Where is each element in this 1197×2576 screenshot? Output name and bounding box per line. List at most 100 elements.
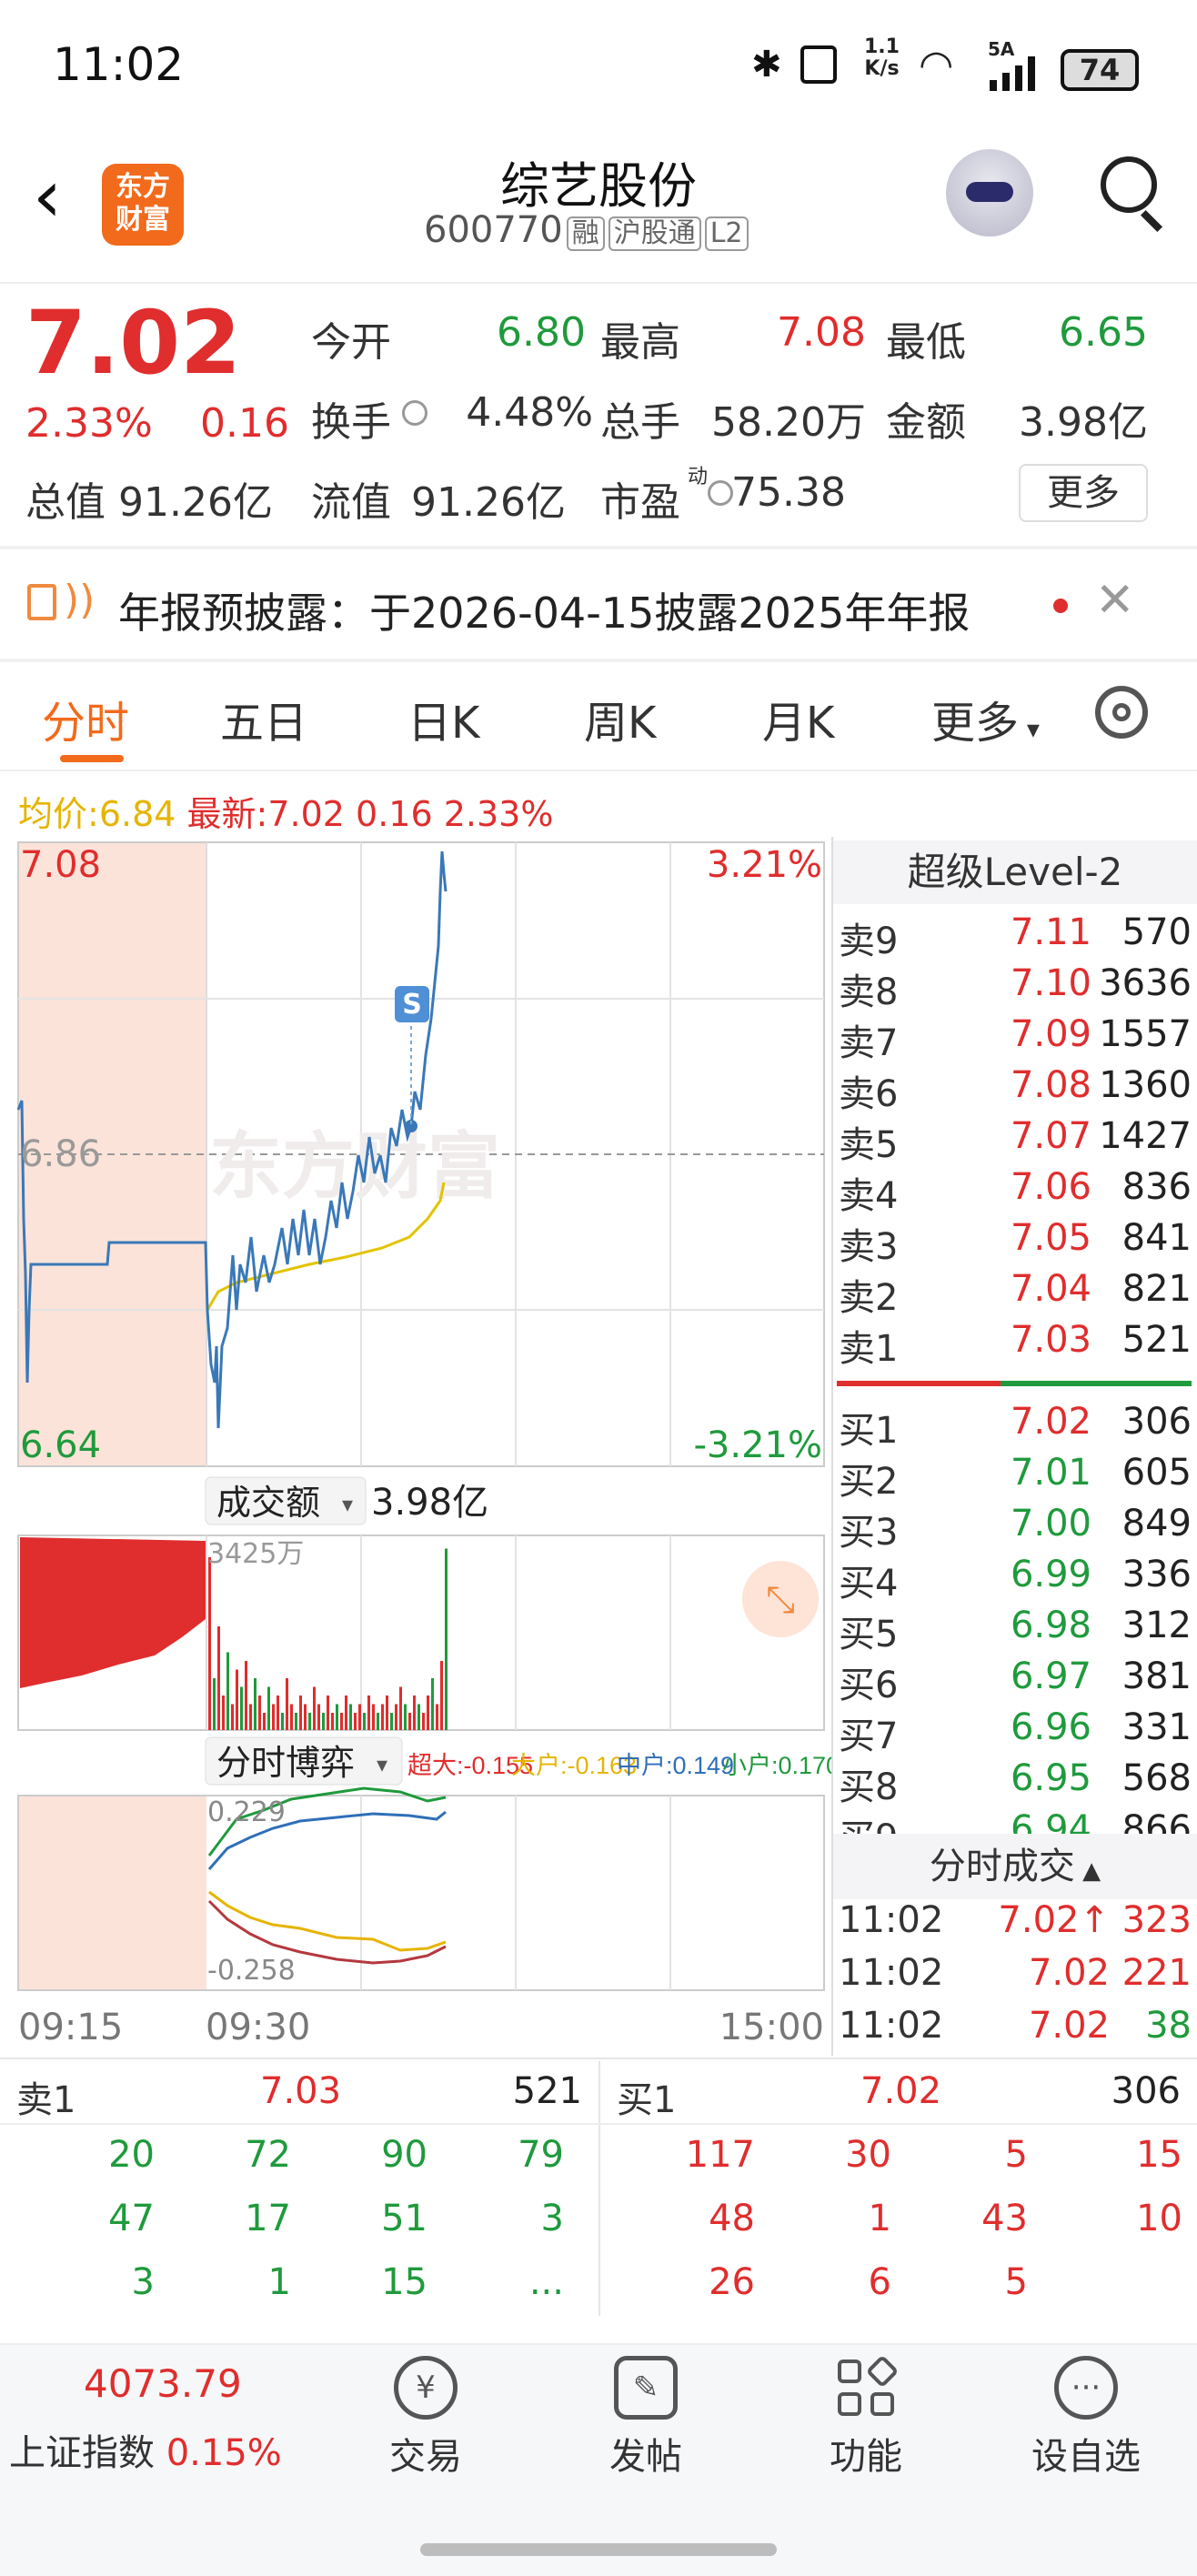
bid-row[interactable]: 买5 6.98 312: [837, 1605, 1192, 1655]
bid-row[interactable]: 买7 6.96 331: [837, 1706, 1192, 1757]
index-label[interactable]: 上证指数 0.15%: [9, 2423, 282, 2476]
search-icon[interactable]: [1101, 156, 1157, 213]
bid-row[interactable]: 买2 7.01 605: [837, 1452, 1192, 1503]
volume-bars: [208, 1548, 448, 1730]
ask-row[interactable]: 卖7 7.09 1557: [837, 1013, 1192, 1064]
volume-value: 58.20万: [711, 399, 866, 446]
level-volume: 521: [1122, 1319, 1192, 1361]
buy-queue-cell: 10: [1136, 2198, 1182, 2239]
time-label-open: 09:30: [206, 2007, 310, 2048]
pre-market-volume: [20, 1537, 206, 1730]
ask-row[interactable]: 卖4 7.06 836: [837, 1166, 1192, 1217]
chevron-down-icon: ▾: [377, 1752, 387, 1777]
queue-buy-volume: 306: [1111, 2070, 1181, 2112]
level-volume: 1427: [1099, 1115, 1192, 1157]
buy-queue-cell: 117: [685, 2134, 755, 2176]
more-button[interactable]: 更多: [1019, 464, 1148, 522]
grid-icon: [834, 2354, 900, 2420]
bid-row[interactable]: 买1 7.02 306: [837, 1401, 1192, 1452]
buy-queue-cell: 1: [868, 2198, 891, 2239]
tab-intraday[interactable]: 分时: [42, 687, 129, 750]
nav-functions[interactable]: 功能: [775, 2354, 957, 2480]
tab-indicator: [60, 755, 124, 762]
more-dots-icon: ···: [1054, 2356, 1118, 2420]
sell-queue-cell: 90: [381, 2134, 428, 2176]
level-label: 买7: [839, 1716, 899, 1757]
notice-text: 年报预披露：于2026-04-15披露2025年年报: [118, 589, 971, 638]
level2-title[interactable]: 超级Level-2: [833, 840, 1197, 904]
chip-connect: 沪股通: [608, 216, 701, 251]
tab-weekly-k[interactable]: 周K: [584, 687, 656, 750]
sell-queue-cell: 79: [518, 2134, 564, 2176]
change-amount: 0.16: [200, 400, 289, 447]
info-icon[interactable]: [708, 480, 733, 506]
bid-row[interactable]: 买4 6.99 336: [837, 1554, 1192, 1605]
level-label: 买6: [839, 1665, 899, 1706]
ask-row[interactable]: 卖2 7.04 821: [837, 1268, 1192, 1319]
vibrate-icon: [800, 45, 837, 84]
tab-more[interactable]: 更多 ▾: [931, 687, 1040, 750]
sell-queue-cell: 15: [381, 2261, 428, 2303]
bid-row[interactable]: 买6 6.97 381: [837, 1655, 1192, 1706]
level-volume: 306: [1122, 1401, 1192, 1443]
queue-sell-volume: 521: [512, 2070, 582, 2112]
nav-trade[interactable]: ¥ 交易: [335, 2356, 517, 2480]
level-volume: 381: [1122, 1655, 1192, 1697]
ask-row[interactable]: 卖5 7.07 1427: [837, 1115, 1192, 1166]
level-price: 7.04: [1010, 1268, 1091, 1310]
index-value[interactable]: 4073.79: [84, 2361, 242, 2406]
chip-l2: L2: [704, 216, 749, 251]
high-value: 7.08: [777, 309, 866, 356]
tab-daily-k[interactable]: 日K: [407, 687, 479, 750]
robot-assistant-icon[interactable]: [946, 149, 1033, 236]
level-price: 6.95: [1010, 1757, 1091, 1799]
intraday-chart[interactable]: 东方财富 S 7.08 6.86 6.64 3.21% -3.21% 成交额 ▾…: [0, 837, 833, 2056]
last-price: 7.02: [25, 292, 241, 394]
ask-row[interactable]: 卖8 7.10 3636: [837, 962, 1192, 1013]
ask-row[interactable]: 卖6 7.08 1360: [837, 1064, 1192, 1115]
nav-post[interactable]: ✎ 发帖: [555, 2356, 737, 2480]
amount-label: 金额: [886, 399, 966, 446]
speaker-icon: [27, 584, 56, 620]
level-volume: 849: [1122, 1503, 1192, 1545]
low-value: 6.65: [1059, 309, 1148, 356]
y-high-label: 7.08: [20, 844, 101, 886]
ask-row[interactable]: 卖1 7.03 521: [837, 1319, 1192, 1370]
level-price: 7.11: [1010, 911, 1091, 953]
level-price: 7.00: [1010, 1503, 1091, 1545]
turnover-label: 换手: [311, 399, 391, 446]
pre-market-area: [18, 1796, 206, 1990]
level-volume: 336: [1122, 1554, 1192, 1595]
sell-queue-cell: ...: [528, 2261, 564, 2303]
buy-queue-cell: 5: [1004, 2261, 1028, 2303]
tab-monthly-k[interactable]: 月K: [762, 687, 834, 750]
flow-super-line: [207, 1899, 447, 1965]
info-icon[interactable]: [402, 400, 428, 426]
status-time: 11:02: [53, 38, 185, 91]
sell-queue-cell: 47: [108, 2198, 155, 2239]
bid-row[interactable]: 买8 6.95 568: [837, 1757, 1192, 1808]
net-speed: 1.1 K/s: [864, 35, 900, 80]
level-price: 7.08: [1010, 1064, 1091, 1106]
high-label: 最高: [600, 319, 680, 366]
settings-gear-icon[interactable]: [1095, 686, 1148, 739]
sell-queue-cell: 20: [108, 2134, 155, 2176]
tab-five-day[interactable]: 五日: [220, 687, 307, 750]
notice-bar[interactable]: )) 年报预披露：于2026-04-15披露2025年年报 ✕: [0, 549, 1197, 659]
buy-queue-cell: 48: [709, 2198, 755, 2239]
battery-icon: 74: [1061, 49, 1139, 91]
level-price: 7.02: [1010, 1401, 1091, 1443]
divider: [0, 770, 1197, 771]
sell-queue-header: 卖1 7.03 521: [0, 2063, 598, 2121]
volume-max-label: 3425万: [207, 1538, 304, 1570]
level-price: 7.06: [1010, 1166, 1091, 1208]
ask-row[interactable]: 卖9 7.11 570: [837, 911, 1192, 962]
level-label: 卖6: [839, 1073, 899, 1115]
sell-queue-cell: 17: [245, 2198, 291, 2239]
ticks-title[interactable]: 分时成交 ▲: [833, 1834, 1197, 1899]
nav-add-watchlist[interactable]: ··· 设自选: [995, 2356, 1177, 2480]
pct-low-label: -3.21%: [693, 1424, 822, 1466]
bid-row[interactable]: 买3 7.00 849: [837, 1503, 1192, 1554]
ask-row[interactable]: 卖3 7.05 841: [837, 1217, 1192, 1268]
close-icon[interactable]: ✕: [1095, 573, 1135, 628]
